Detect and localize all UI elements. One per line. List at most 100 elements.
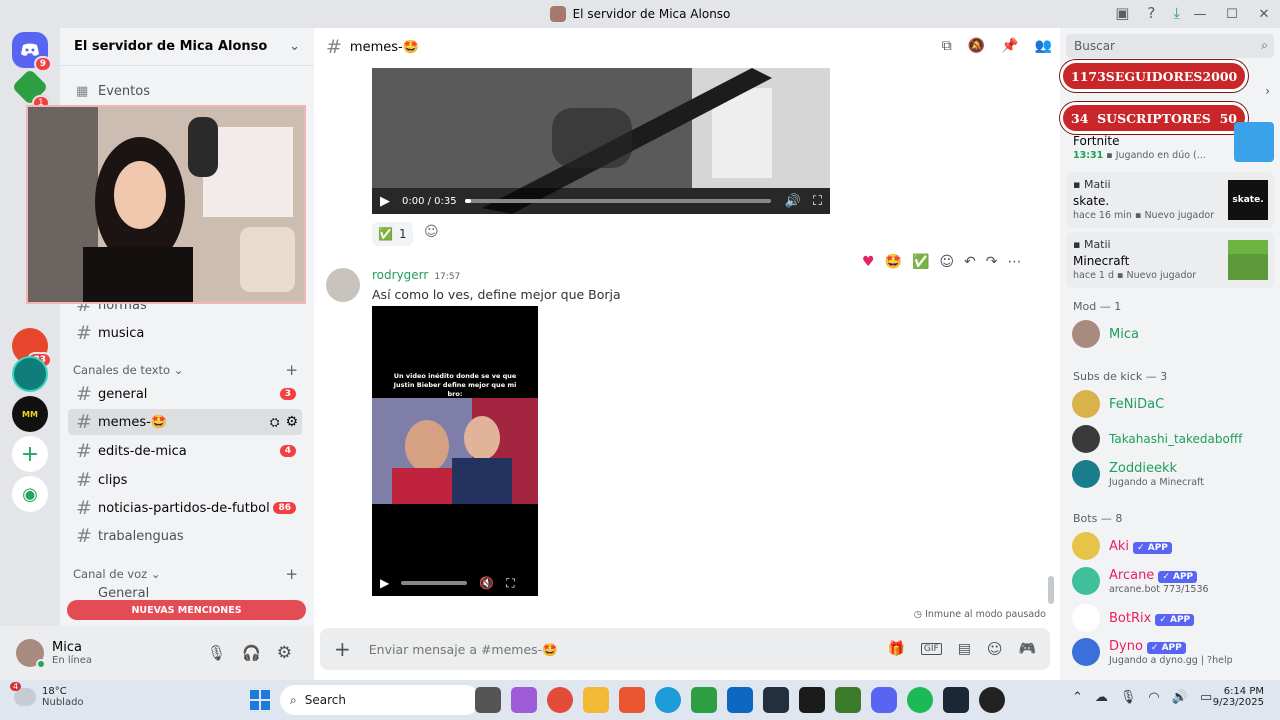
file-icon[interactable] — [475, 687, 501, 713]
activity-card[interactable]: Fortnite 13:31 ▪ Jugando en dúo (... — [1066, 122, 1274, 166]
xbox-icon[interactable] — [979, 687, 1005, 713]
chevron-right-icon[interactable]: › — [1265, 84, 1270, 98]
member-row[interactable]: Arcane ✓ APP arcane.bot 773/1536 — [1072, 567, 1272, 595]
member-row[interactable]: Takahashi_takedabofff — [1072, 425, 1272, 453]
events-link[interactable]: ▦ Eventos — [68, 78, 302, 104]
reaction[interactable]: ✅ 1 — [372, 222, 413, 246]
fullscreen-icon[interactable]: ⛶ — [813, 194, 822, 209]
start-button[interactable] — [250, 690, 270, 710]
spotify-icon[interactable] — [907, 687, 933, 713]
dropbox-icon[interactable] — [799, 687, 825, 713]
channel-clips[interactable]: # clips — [68, 467, 302, 493]
battery-icon[interactable]: ▭ — [1200, 690, 1212, 705]
member-row[interactable]: Mica — [1072, 320, 1272, 348]
gear-icon[interactable]: ⚙ — [285, 414, 298, 430]
video-progress-bar[interactable] — [401, 581, 468, 585]
inbox-icon[interactable]: ▣ — [1115, 4, 1129, 22]
search-input[interactable]: Buscar ⌕ — [1066, 34, 1274, 58]
more-icon[interactable]: ⋯ — [1008, 254, 1022, 270]
channel-trabalenguas[interactable]: # trabalenguas — [68, 523, 302, 549]
add-reaction-icon[interactable]: ☺ — [939, 254, 954, 270]
gift-icon[interactable]: 🎁 — [887, 641, 904, 657]
help-icon[interactable]: ? — [1147, 4, 1155, 22]
minecraft-icon[interactable] — [835, 687, 861, 713]
threads-icon[interactable]: ⧉ — [942, 38, 952, 54]
channel-general[interactable]: # general 3 — [68, 381, 302, 407]
clock[interactable]: 6:14 PM 9/23/2025 — [1213, 686, 1264, 708]
activity-card[interactable]: ▪ Matii skate. hace 16 min ▪ Nuevo jugad… — [1066, 172, 1274, 228]
add-voice-icon[interactable]: + — [285, 565, 298, 583]
gif-icon[interactable]: GIF — [920, 643, 942, 655]
brave-icon[interactable] — [619, 687, 645, 713]
video-player[interactable]: ▶ 0:00 / 0:35 🔊 ⛶ — [372, 68, 830, 214]
starstruck-reaction-icon[interactable]: 🤩 — [885, 254, 902, 270]
teal-server-icon[interactable] — [12, 356, 48, 392]
new-mentions-button[interactable]: NUEVAS MENCIONES — [67, 600, 306, 620]
message-author[interactable]: rodrygerr — [372, 268, 428, 282]
sticker-icon[interactable]: ▤ — [958, 641, 971, 657]
member-row[interactable]: Aki ✓ APP — [1072, 532, 1272, 560]
member-row[interactable]: BotRix ✓ APP — [1072, 604, 1272, 632]
explore-icon[interactable]: ◉ — [12, 476, 48, 512]
add-attachment-icon[interactable]: + — [334, 637, 351, 661]
headphones-icon[interactable]: 🎧 — [242, 644, 261, 662]
onedrive-icon[interactable]: ☁ — [1095, 690, 1108, 705]
member-list-icon[interactable]: 👥 — [1035, 38, 1052, 54]
add-server-icon[interactable]: + — [12, 436, 48, 472]
copilot-icon[interactable] — [511, 687, 537, 713]
green-app-icon[interactable] — [691, 687, 717, 713]
scrollbar[interactable] — [1048, 576, 1054, 604]
message-input[interactable] — [368, 641, 888, 657]
forward-icon[interactable]: ↷ — [986, 254, 998, 270]
check-reaction-icon[interactable]: ✅ — [912, 254, 929, 270]
apps-icon[interactable]: 🎮 — [1019, 641, 1036, 657]
minimize-button[interactable]: — — [1184, 7, 1216, 22]
emoji-icon[interactable]: ☺ — [987, 640, 1003, 658]
channel-memes[interactable]: # memes-🤩 ⛭ ⚙ — [68, 409, 302, 435]
wifi-icon[interactable]: ◠ — [1148, 690, 1159, 705]
channel-noticias[interactable]: # noticias-partidos-de-futbol 86 — [68, 495, 302, 521]
avatar[interactable] — [326, 268, 360, 302]
store-icon[interactable] — [727, 687, 753, 713]
pin-icon[interactable]: 📌 — [1001, 38, 1018, 54]
server-header[interactable]: El servidor de Mica Alonso ⌄ — [60, 28, 314, 66]
discord-home-icon[interactable]: 9 — [12, 32, 52, 72]
steam-icon[interactable] — [943, 687, 969, 713]
microphone-tray-icon[interactable]: 🎙 — [1120, 690, 1137, 705]
voice-channel-general[interactable]: General — [68, 586, 302, 600]
settings-gear-icon[interactable]: ⚙ — [277, 643, 292, 663]
chevron-up-icon[interactable]: ⌃ — [1072, 690, 1083, 705]
discord-taskbar-icon[interactable] — [871, 687, 897, 713]
volume-tray-icon[interactable]: 🔊 — [1172, 690, 1188, 705]
volume-icon[interactable]: 🔊 — [785, 194, 801, 209]
add-reaction-icon[interactable]: ☺ — [424, 224, 439, 240]
folder-icon[interactable] — [583, 687, 609, 713]
play-icon[interactable]: ▶ — [380, 194, 390, 209]
invite-icon[interactable]: ⛭ — [270, 415, 280, 430]
member-row[interactable]: FeNiDaC — [1072, 390, 1272, 418]
muted-icon[interactable]: 🔇 — [479, 576, 494, 590]
microphone-icon[interactable]: 🎙 — [207, 644, 226, 662]
channel-edits-de-mica[interactable]: # edits-de-mica 4 — [68, 438, 302, 464]
chrome-icon[interactable] — [547, 687, 573, 713]
play-icon[interactable]: ▶ — [380, 576, 389, 590]
weather-widget[interactable]: 4 18°C Nublado — [10, 682, 84, 708]
voice-category[interactable]: Canal de voz ⌄ — [73, 567, 160, 581]
amazon-icon[interactable] — [763, 687, 789, 713]
avatar[interactable] — [16, 639, 46, 669]
add-channel-icon[interactable]: + — [285, 361, 298, 379]
fullscreen-icon[interactable]: ⛶ — [506, 576, 514, 591]
video-player-2[interactable]: Un video inédito donde se ve que Justin … — [372, 306, 538, 596]
taskbar-search[interactable]: ⌕ Search — [280, 685, 480, 715]
member-row[interactable]: Zoddieekk Jugando a Minecraft — [1072, 460, 1272, 488]
member-row[interactable]: Dyno ✓ APP Jugando a dyno.gg | ?help — [1072, 638, 1272, 666]
mute-icon[interactable]: 🔕 — [968, 38, 985, 54]
activity-card[interactable]: ▪ Matii Minecraft hace 1 d ▪ Nuevo jugad… — [1066, 232, 1274, 288]
close-button[interactable]: ✕ — [1248, 7, 1280, 22]
edge-icon[interactable] — [655, 687, 681, 713]
yellow-server-icon[interactable]: MM — [12, 396, 48, 432]
channel-musica[interactable]: # musica — [68, 320, 302, 346]
text-category[interactable]: Canales de texto ⌄ — [73, 363, 183, 377]
heart-reaction-icon[interactable]: ♥ — [862, 254, 875, 270]
maximize-button[interactable]: ☐ — [1216, 7, 1248, 22]
